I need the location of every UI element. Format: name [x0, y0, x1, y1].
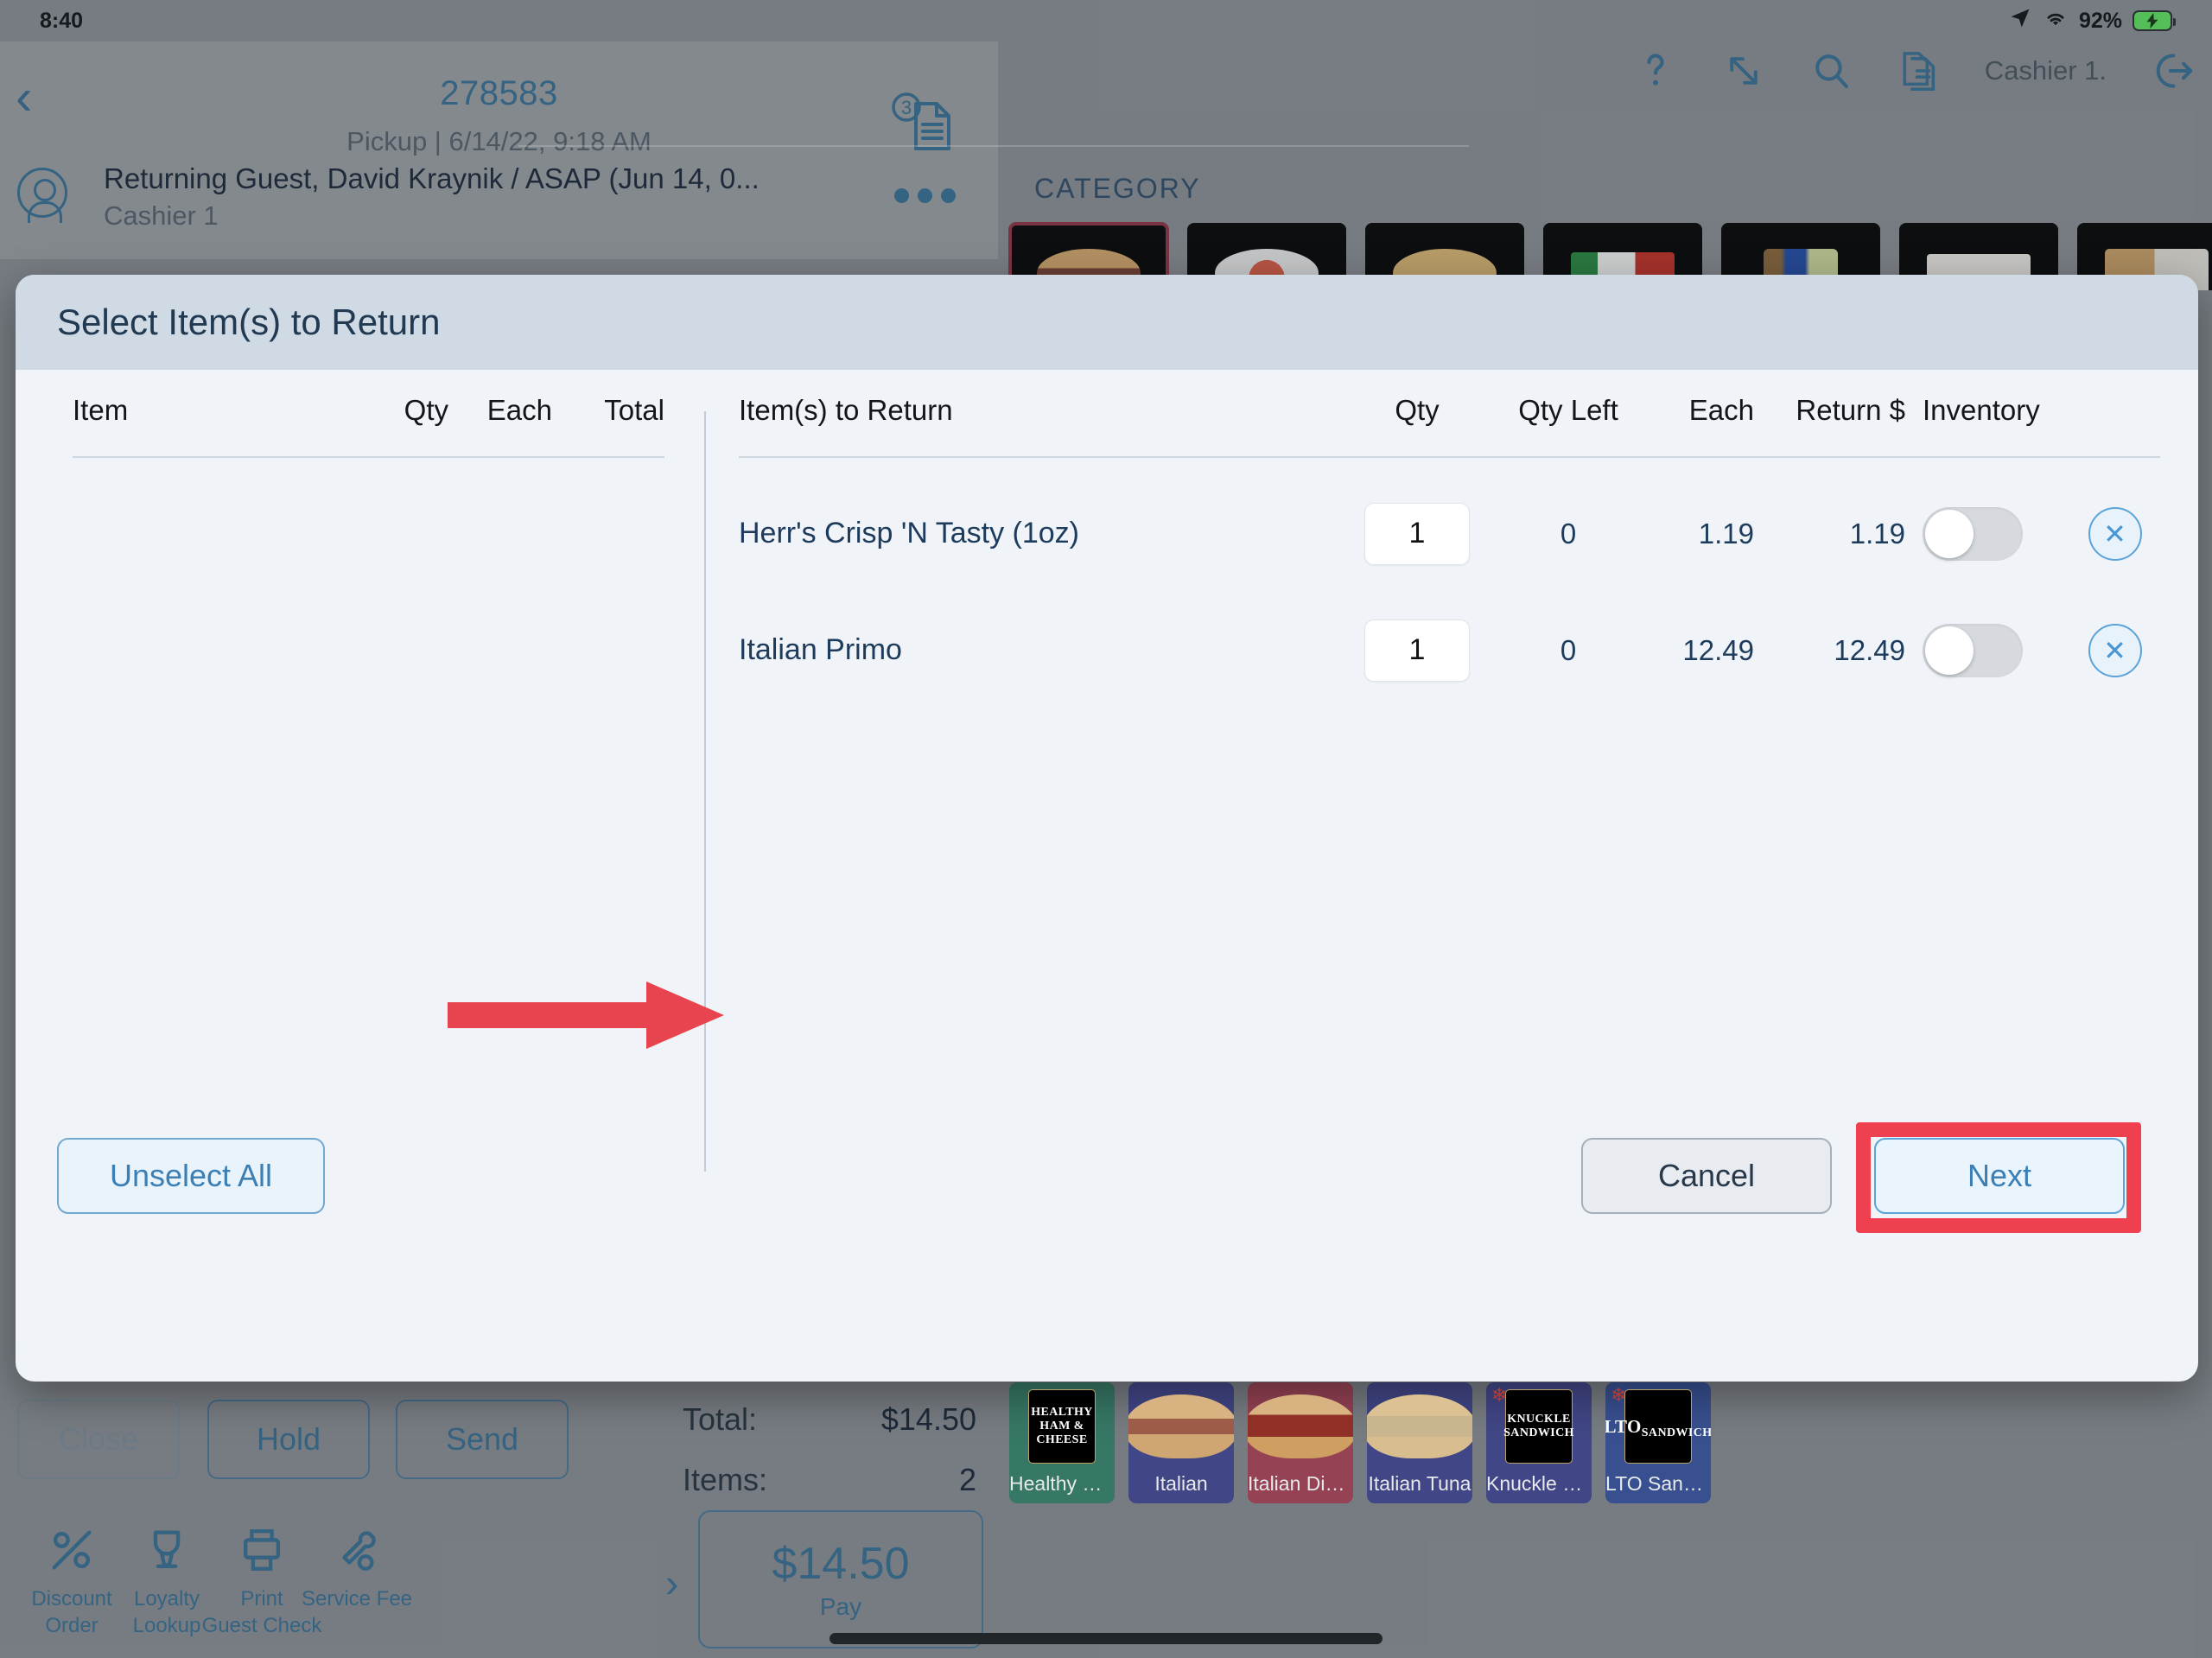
col-header-return-each: Each	[1688, 394, 1754, 426]
remove-return-item-button[interactable]: ✕	[2088, 506, 2142, 561]
product-label-italian-diablo: Italian Diablo	[1248, 1472, 1353, 1495]
remove-return-item-button[interactable]: ✕	[2088, 623, 2142, 677]
col-header-item: Item	[73, 394, 129, 426]
col-header-each: Each	[486, 394, 552, 426]
return-item-name: Herr's Crisp 'N Tasty (1oz)	[739, 517, 1079, 549]
return-item-name: Italian Primo	[739, 633, 902, 666]
dialog-title: Select Item(s) to Return	[57, 302, 441, 342]
col-header-inventory: Inventory	[1923, 394, 2040, 426]
dialog-title-bar: Select Item(s) to Return	[16, 275, 2198, 370]
return-each-price: 1.19	[1698, 517, 1754, 549]
table-row[interactable]: Italian Primo 1 0 12.49 12.49 ✕	[739, 592, 2160, 708]
return-qty-left: 0	[1560, 633, 1577, 666]
cancel-button[interactable]: Cancel	[1581, 1138, 1832, 1214]
product-label-knuckle: Knuckle Sa...	[1486, 1472, 1592, 1495]
product-photo-italian	[1128, 1394, 1234, 1458]
original-items-header-row: Item Qty Each Total	[73, 394, 664, 427]
home-indicator	[830, 1633, 1382, 1644]
return-items-rule	[739, 456, 2160, 458]
return-each-price: 12.49	[1682, 633, 1754, 666]
product-logo-lto: LTO SANDWICH	[1605, 1389, 1711, 1464]
col-header-total: Total	[604, 394, 664, 426]
product-logo-healthy-ham: HEALTHY HAM & CHEESE	[1028, 1389, 1096, 1464]
return-dollar-amount: 1.19	[1849, 517, 1905, 549]
toggle-knob	[1925, 509, 1974, 558]
product-label-healthy-ham: Healthy Ha...	[1009, 1472, 1115, 1495]
return-qty-input[interactable]: 1	[1364, 619, 1470, 682]
product-label-lto: LTO Sandwi...	[1605, 1472, 1711, 1495]
original-items-rule	[73, 456, 664, 458]
inventory-toggle[interactable]	[1923, 506, 2023, 561]
product-label-italian-tuna: Italian Tuna	[1368, 1472, 1471, 1495]
dialog-footer: Unselect All Cancel Next	[16, 1117, 2198, 1281]
return-dollar-amount: 12.49	[1834, 633, 1905, 666]
return-items-rows: Herr's Crisp 'N Tasty (1oz) 1 0 1.19 1.1…	[739, 475, 2160, 708]
star-icon: ❄	[1491, 1384, 1508, 1406]
product-label-italian: Italian	[1154, 1472, 1208, 1495]
product-logo-knuckle: KNUCKLE SANDWICH	[1503, 1389, 1573, 1464]
star-icon: ❄	[1611, 1384, 1627, 1406]
col-header-qty: Qty	[404, 394, 448, 426]
dialog-body: Item Qty Each Total Item(s) to Return Qt…	[16, 370, 2198, 1281]
toggle-knob	[1925, 626, 1974, 675]
col-header-return-qty: Qty	[1395, 394, 1440, 426]
select-items-to-return-dialog: Select Item(s) to Return Item Qty Each T…	[16, 275, 2198, 1382]
unselect-all-button[interactable]: Unselect All	[57, 1138, 325, 1214]
table-row[interactable]: Herr's Crisp 'N Tasty (1oz) 1 0 1.19 1.1…	[739, 475, 2160, 592]
inventory-toggle[interactable]	[1923, 623, 2023, 677]
product-photo-italian-tuna	[1367, 1394, 1472, 1458]
annotation-arrow	[448, 976, 793, 1054]
col-header-items-to-return: Item(s) to Return	[739, 394, 953, 426]
annotation-highlight-next	[1856, 1122, 2141, 1233]
return-qty-left: 0	[1560, 517, 1577, 549]
col-header-return-dollar: Return $	[1796, 394, 1905, 426]
return-qty-input[interactable]: 1	[1364, 502, 1470, 565]
return-items-header-row: Item(s) to Return Qty Qty Left Each Retu…	[739, 394, 2160, 427]
product-photo-italian-diablo	[1248, 1394, 1353, 1458]
col-header-qty-left: Qty Left	[1518, 394, 1618, 426]
